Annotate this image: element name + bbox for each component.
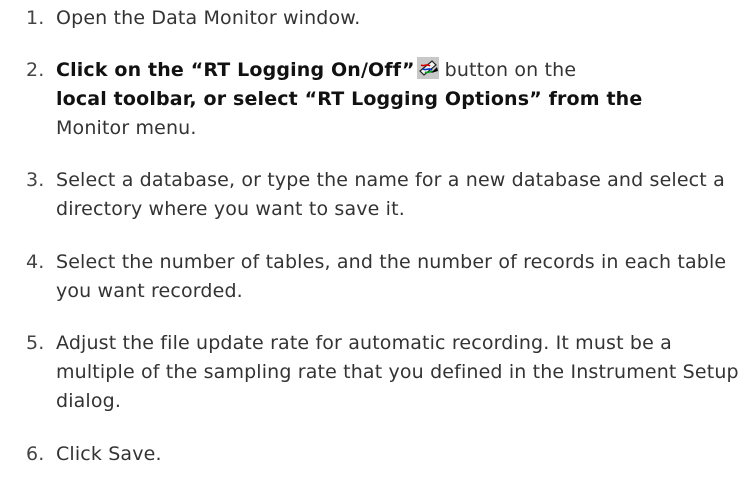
step-text: Click Save. [56, 443, 162, 465]
step-number: 2. [26, 59, 45, 81]
step-text: Select a database, or type the name for … [56, 169, 725, 220]
step-item: 5. Adjust the file update rate for autom… [26, 329, 744, 416]
step-item: 2. Click on the “RT Logging On/Off” butt… [26, 56, 642, 143]
step-number: 3. [26, 169, 45, 191]
step-item: 3. Select a database, or type the name f… [26, 166, 744, 224]
step-number: 6. [26, 443, 45, 465]
step-text-plain: Monitor menu. [56, 117, 197, 139]
rt-logging-toggle-icon [416, 57, 439, 79]
step-item: 4. Select the number of tables, and the … [26, 248, 744, 306]
step-number: 4. [26, 251, 45, 273]
step-text: Open the Data Monitor window. [56, 7, 361, 29]
step-text-bold: Click on the “RT Logging On/Off” [56, 59, 415, 81]
step-item: 1. Open the Data Monitor window. [26, 4, 360, 33]
step-text-plain: button on the [444, 59, 577, 81]
step-item: 6. Click Save. [26, 440, 162, 469]
step-text: Click on the “RT Logging On/Off” button … [56, 56, 642, 143]
step-number: 1. [26, 7, 45, 29]
step-number: 5. [26, 332, 45, 354]
step-text: Adjust the file update rate for automati… [56, 332, 739, 412]
step-text-bold: local toolbar, or select “RT Logging Opt… [56, 88, 643, 110]
step-text: Select the number of tables, and the num… [56, 251, 727, 302]
